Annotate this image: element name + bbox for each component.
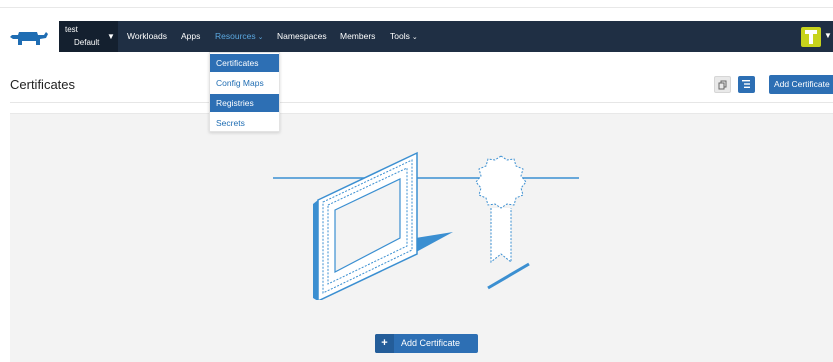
nav-resources-label: Resources <box>215 31 256 41</box>
nav-apps-label: Apps <box>181 31 201 41</box>
rancher-logo-icon[interactable] <box>10 29 48 51</box>
namespace-name: Default <box>74 38 100 47</box>
add-certificate-label: Add Certificate <box>401 338 461 348</box>
chevron-down-icon: ⌄ <box>411 34 418 41</box>
expand-button[interactable] <box>714 76 731 93</box>
project-switcher[interactable]: test Default ▼ <box>59 21 118 52</box>
empty-state-panel <box>10 113 833 362</box>
user-avatar-icon[interactable] <box>801 27 821 47</box>
menu-item-registries[interactable]: Registries <box>210 94 279 112</box>
menu-item-certificates[interactable]: Certificates <box>210 54 279 72</box>
certificate-illustration-icon <box>273 151 579 300</box>
chevron-down-icon: ▼ <box>107 32 115 41</box>
title-divider <box>10 102 833 103</box>
nav-workloads[interactable]: Workloads <box>127 31 167 42</box>
nav-members-label: Members <box>340 31 376 41</box>
top-border <box>0 0 833 8</box>
chevron-down-icon[interactable]: ▼ <box>824 31 832 40</box>
group-by-button[interactable] <box>738 76 755 93</box>
add-certificate-button[interactable]: Add Certificate <box>769 75 833 94</box>
plus-icon: + <box>375 334 394 353</box>
nav-resources[interactable]: Resources ⌄ <box>215 31 264 43</box>
nav-tools-label: Tools <box>390 31 410 41</box>
avatar-glyph-icon <box>805 30 817 44</box>
top-navbar: test Default ▼ Workloads Apps Resources ⌄… <box>59 21 833 52</box>
nav-apps[interactable]: Apps <box>181 31 200 42</box>
add-certificate-empty-button[interactable]: + Add Certificate <box>375 334 478 353</box>
nav-namespaces[interactable]: Namespaces <box>277 31 327 42</box>
copy-icon <box>718 80 727 90</box>
nav-tools[interactable]: Tools ⌄ <box>390 31 418 43</box>
menu-item-secrets[interactable]: Secrets <box>210 114 279 132</box>
resources-dropdown: Certificates Config Maps Registries Secr… <box>209 52 280 132</box>
nav-namespaces-label: Namespaces <box>277 31 327 41</box>
nav-members[interactable]: Members <box>340 31 375 42</box>
nav-workloads-label: Workloads <box>127 31 167 41</box>
chevron-down-icon: ⌄ <box>257 34 264 41</box>
menu-item-config-maps[interactable]: Config Maps <box>210 74 279 92</box>
page-title: Certificates <box>10 77 76 92</box>
project-name: test <box>65 25 78 34</box>
list-icon <box>742 80 750 88</box>
